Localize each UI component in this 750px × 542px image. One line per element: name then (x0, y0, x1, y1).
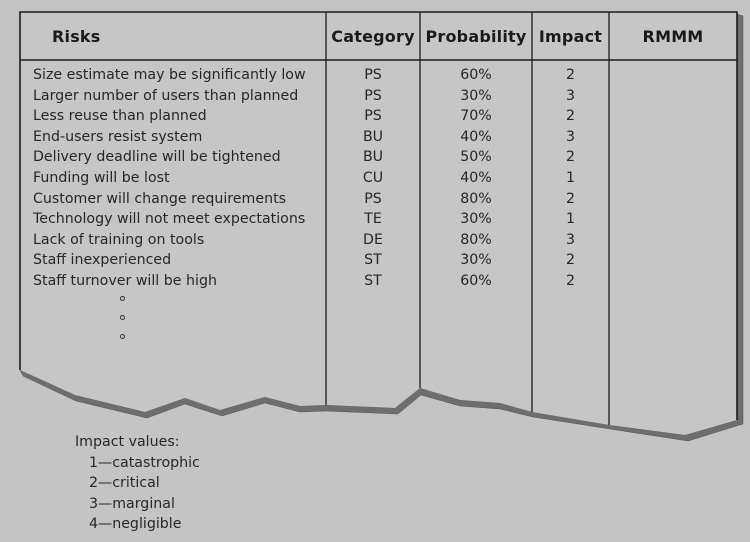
ellipsis-dot (120, 334, 125, 339)
cell-impact: 2 (565, 190, 576, 207)
cell-impact: 2 (565, 272, 576, 289)
cell-category: CU (362, 169, 384, 186)
cell-risk: Technology will not meet expectations (33, 211, 306, 228)
cell-category: DE (363, 231, 383, 248)
cell-probability: 30% (460, 211, 492, 228)
cell-probability: 50% (460, 149, 492, 166)
cell-risk: Customer will change requirements (33, 190, 287, 207)
cell-risk: Delivery deadline will be tightened (33, 149, 281, 166)
cell-rmmm (609, 86, 737, 107)
cell-impact: 2 (565, 108, 576, 125)
cell-rmmm (609, 106, 737, 127)
legend-item: 4—negligible (89, 516, 182, 533)
cell-category: TE (364, 211, 382, 228)
cell-probability: 60% (460, 67, 492, 83)
cell-category: ST (364, 252, 382, 269)
cell-impact: 1 (565, 169, 576, 186)
category-column: PS PS PS BU BU CU PS TE DE ST ST (326, 65, 420, 292)
header-risks: Risks (52, 26, 101, 46)
rmmm-column (609, 65, 737, 292)
ellipsis-dot (120, 315, 125, 320)
cell-category: BU (362, 128, 384, 145)
cell-probability: 30% (460, 252, 492, 269)
impact-column: 2 3 2 3 2 1 2 1 3 2 2 (532, 65, 609, 292)
ellipsis-dot (120, 296, 125, 301)
cell-risk: End-users resist system (33, 128, 203, 145)
cell-risk: Lack of training on tools (33, 231, 205, 248)
header-probability: Probability (425, 26, 527, 46)
header-impact: Impact (538, 26, 603, 46)
cell-risk: Funding will be lost (33, 169, 170, 186)
cell-category: PS (364, 87, 382, 104)
cell-probability: 30% (460, 87, 492, 104)
cell-impact: 1 (565, 211, 576, 228)
continuation-ellipsis-icon (120, 296, 128, 353)
header-rmmm: RMMM (642, 26, 704, 46)
impact-legend: Impact values: 1—catastrophic 2—critical… (75, 432, 200, 535)
risks-column: Size estimate may be significantly low La… (33, 65, 323, 292)
cell-impact: 2 (565, 149, 576, 166)
legend-item: 2—critical (89, 475, 160, 492)
cell-probability: 70% (460, 108, 492, 125)
cell-impact: 3 (565, 128, 576, 145)
cell-rmmm (609, 147, 737, 168)
cell-impact: 3 (565, 87, 576, 104)
probability-column: 60% 30% 70% 40% 50% 40% 80% 30% 80% 30% 60% (420, 65, 532, 292)
cell-category: PS (364, 190, 382, 207)
cell-rmmm (609, 189, 737, 210)
cell-probability: 40% (460, 128, 492, 145)
cell-rmmm (609, 127, 737, 148)
legend-item: 3—marginal (89, 495, 175, 512)
cell-rmmm (609, 271, 737, 292)
cell-category: BU (362, 149, 384, 166)
legend-title: Impact values: (75, 434, 180, 450)
cell-rmmm (609, 168, 737, 189)
cell-risk: Less reuse than planned (33, 108, 207, 125)
cell-rmmm (609, 209, 737, 230)
cell-probability: 80% (460, 190, 492, 207)
cell-category: PS (364, 108, 382, 125)
cell-risk: Larger number of users than planned (33, 87, 299, 104)
cell-risk: Staff inexperienced (33, 252, 172, 269)
cell-rmmm (609, 230, 737, 251)
cell-probability: 80% (460, 231, 492, 248)
cell-probability: 40% (460, 169, 492, 186)
cell-risk: Size estimate may be significantly low (33, 67, 306, 83)
cell-rmmm (609, 65, 737, 86)
header-category: Category (331, 26, 415, 46)
cell-category: ST (364, 272, 382, 289)
cell-risk: Staff turnover will be high (33, 272, 217, 289)
cell-impact: 3 (565, 231, 576, 248)
cell-rmmm (609, 250, 737, 271)
cell-impact: 2 (565, 67, 576, 83)
cell-impact: 2 (565, 252, 576, 269)
risk-table-figure: Risks Category Probability Impact RMMM S… (0, 0, 750, 542)
cell-probability: 60% (460, 272, 492, 289)
cell-category: PS (364, 67, 382, 83)
legend-item: 1—catastrophic (89, 454, 200, 471)
